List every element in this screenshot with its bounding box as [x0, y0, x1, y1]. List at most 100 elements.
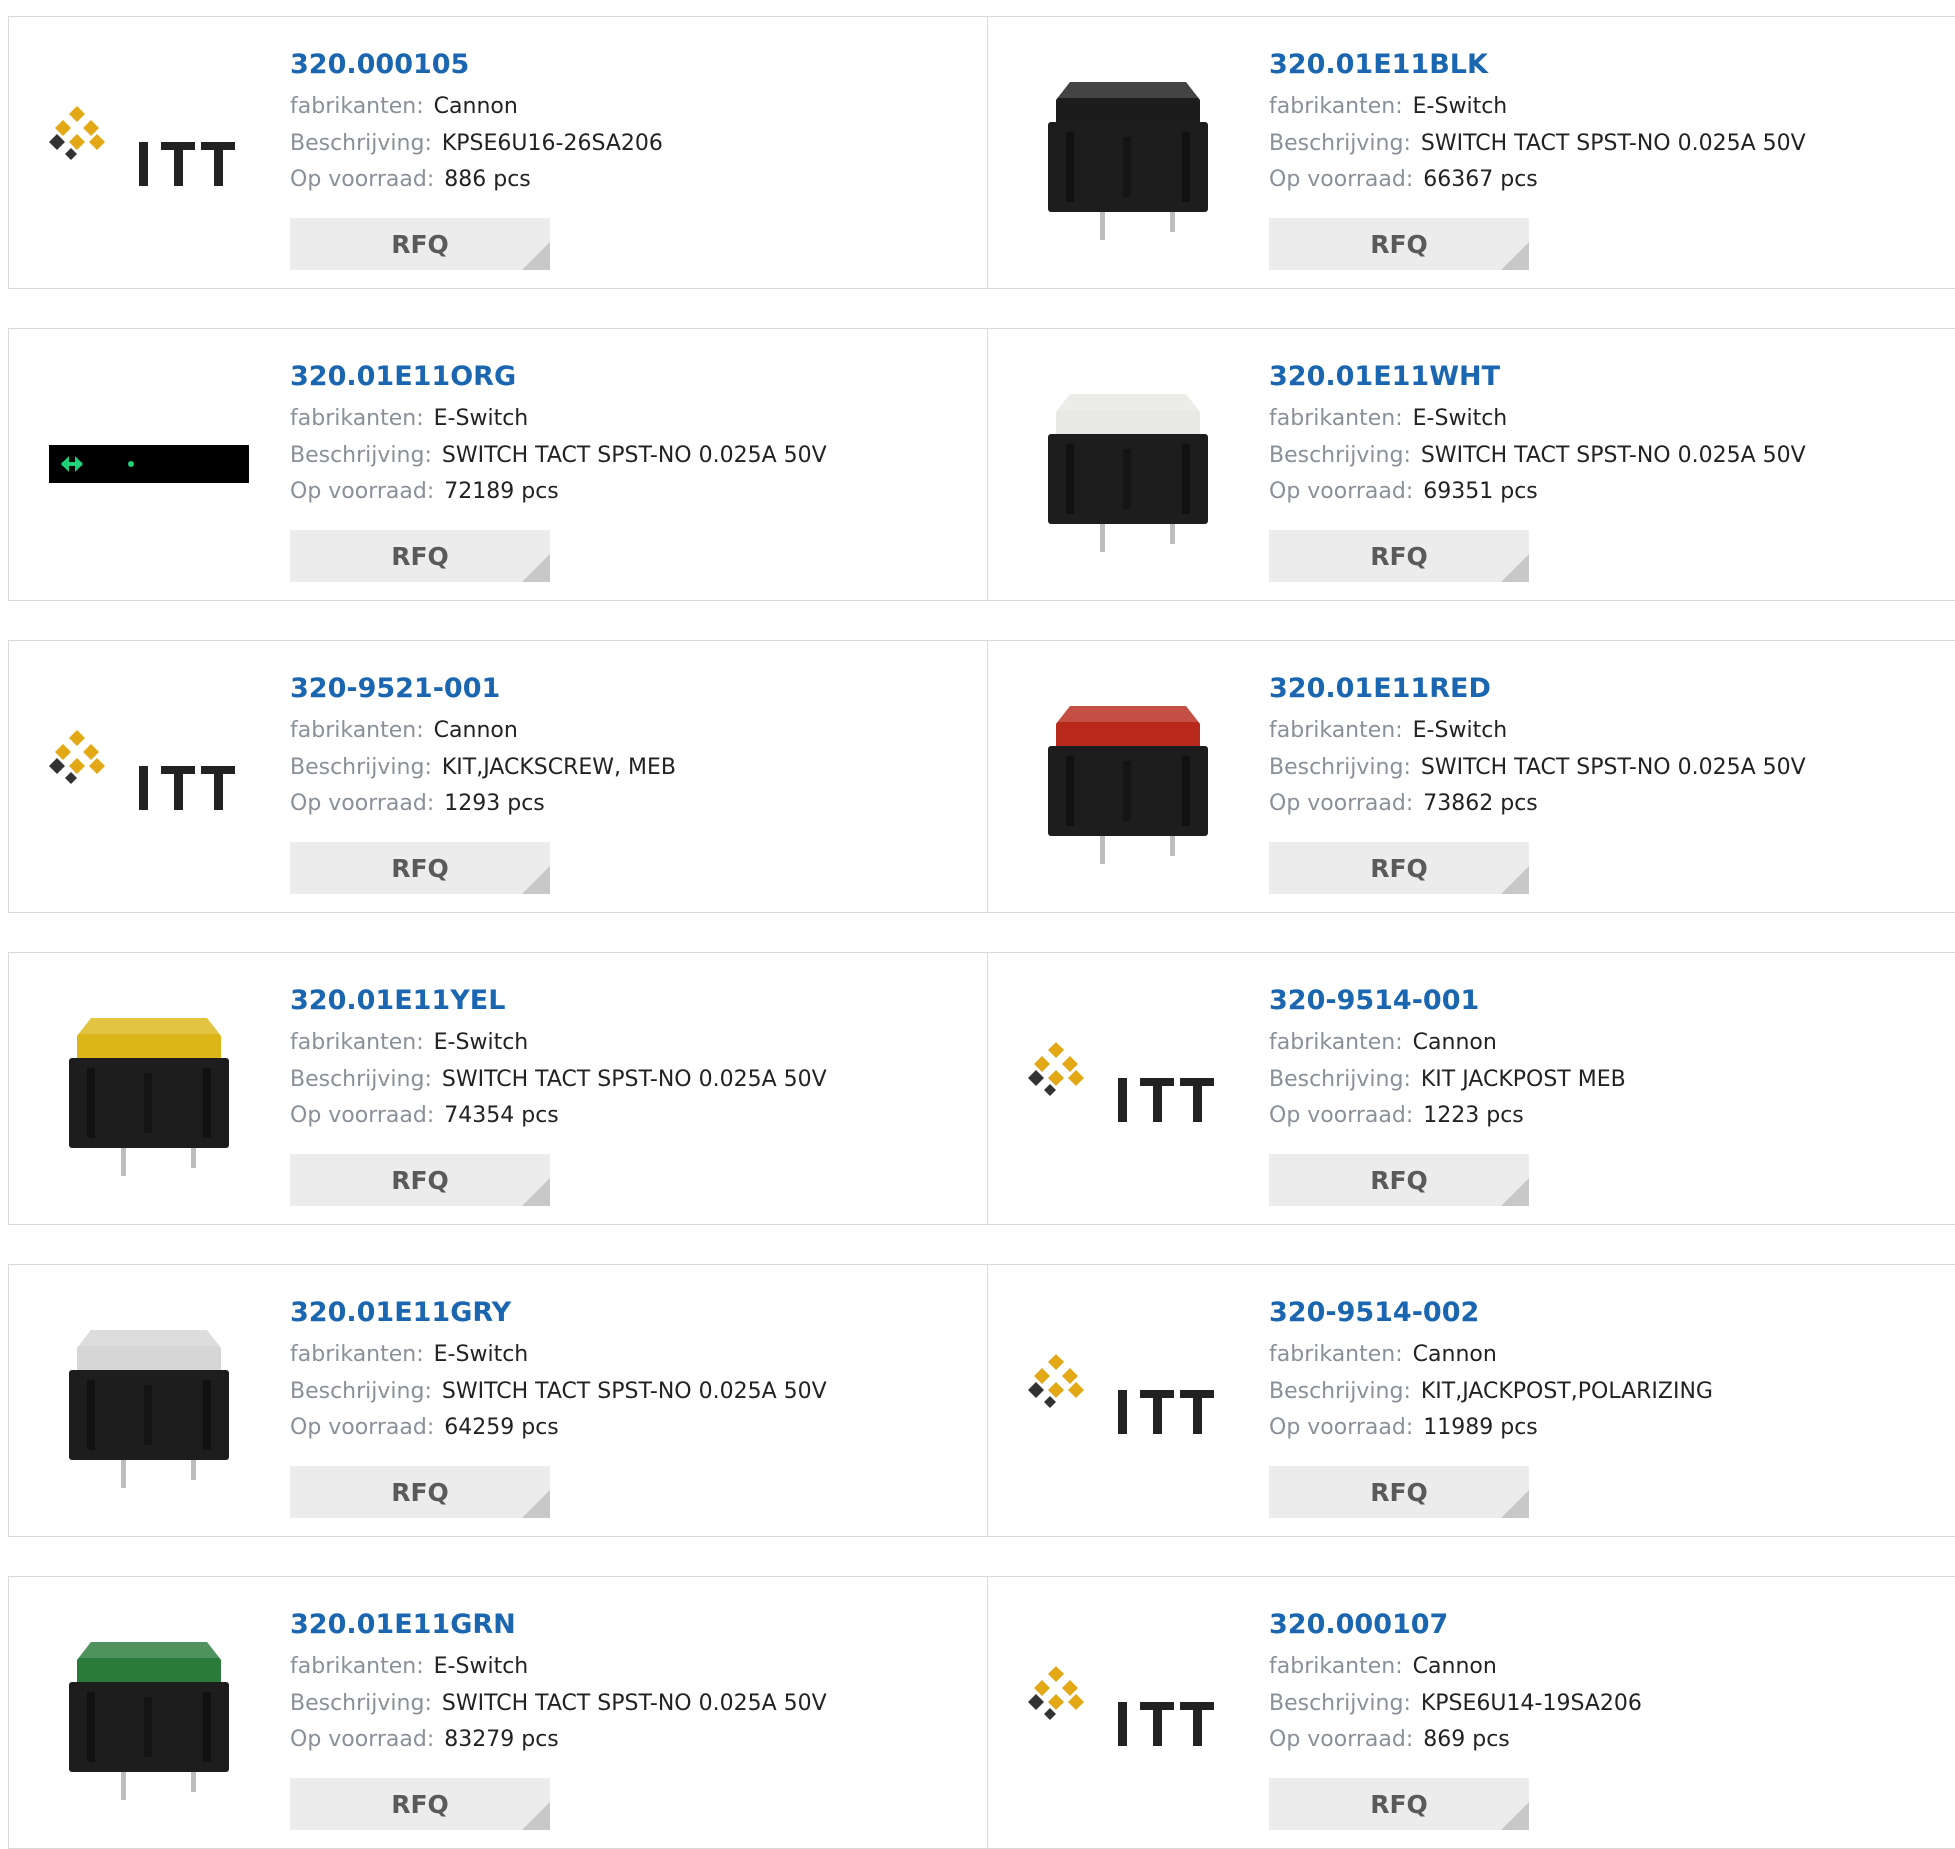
description-row: Beschrijving: SWITCH TACT SPST-NO 0.025A …	[1269, 438, 1806, 475]
description-row: Beschrijving: KIT,JACKPOST,POLARIZING	[1269, 1374, 1713, 1411]
manufacturer-label: fabrikanten:	[290, 1654, 424, 1679]
rfq-button-label: RFQ	[391, 1165, 449, 1195]
product-image[interactable]	[49, 671, 249, 881]
description-value: SWITCH TACT SPST-NO 0.025A 50V	[441, 442, 827, 468]
corner-triangle-icon	[1501, 866, 1529, 894]
manufacturer-row: fabrikanten: E-Switch	[290, 1025, 827, 1062]
description-label: Beschrijving:	[290, 1690, 432, 1716]
stock-value: 869 pcs	[1423, 1727, 1510, 1752]
part-number-link[interactable]: 320.000107	[1269, 1607, 1642, 1643]
product-image[interactable]	[49, 1607, 249, 1817]
product-info: 320-9521-001 fabrikanten: Cannon Beschrij…	[290, 671, 676, 823]
stock-value: 72189 pcs	[444, 479, 559, 504]
description-row: Beschrijving: SWITCH TACT SPST-NO 0.025A …	[1269, 750, 1806, 787]
product-image[interactable]	[49, 47, 249, 257]
product-image[interactable]	[49, 983, 249, 1193]
rfq-button[interactable]: RFQ	[1269, 530, 1529, 582]
product-image[interactable]	[49, 1295, 249, 1505]
product-info: 320.000105 fabrikanten: Cannon Beschrijvi…	[290, 47, 663, 199]
manufacturer-label: fabrikanten:	[1269, 1342, 1403, 1367]
tact-switch-icon	[69, 1018, 229, 1176]
manufacturer-label: fabrikanten:	[1269, 406, 1403, 431]
part-number-link[interactable]: 320.01E11ORG	[290, 359, 827, 395]
rfq-button-label: RFQ	[391, 1789, 449, 1819]
part-number-link[interactable]: 320-9514-002	[1269, 1295, 1713, 1331]
rfq-button-label: RFQ	[1370, 1477, 1428, 1507]
rfq-button[interactable]: RFQ	[290, 218, 550, 270]
part-number-link[interactable]: 320.01E11GRN	[290, 1607, 827, 1643]
product-image[interactable]	[1028, 983, 1228, 1193]
description-row: Beschrijving: KIT,JACKSCREW, MEB	[290, 750, 676, 787]
manufacturer-row: fabrikanten: E-Switch	[1269, 401, 1806, 438]
part-number-link[interactable]: 320.000105	[290, 47, 663, 83]
product-image[interactable]	[49, 359, 249, 569]
stock-label: Op voorraad:	[290, 1103, 435, 1128]
rfq-button[interactable]: RFQ	[290, 842, 550, 894]
product-card: 320.01E11ORG fabrikanten: E-Switch Beschr…	[9, 329, 987, 600]
product-card: 320.01E11BLK fabrikanten: E-Switch Beschr…	[988, 17, 1955, 288]
product-row: 320.01E11ORG fabrikanten: E-Switch Beschr…	[8, 328, 1955, 601]
stock-row: Op voorraad: 1223 pcs	[1269, 1098, 1626, 1135]
part-number-link[interactable]: 320.01E11WHT	[1269, 359, 1806, 395]
product-card: 320.01E11GRY fabrikanten: E-Switch Beschr…	[9, 1265, 987, 1536]
rfq-button[interactable]: RFQ	[1269, 1466, 1529, 1518]
product-image[interactable]	[1028, 1607, 1228, 1817]
product-row: 320.000105 fabrikanten: Cannon Beschrijvi…	[8, 16, 1955, 289]
stock-row: Op voorraad: 72189 pcs	[290, 474, 827, 511]
description-label: Beschrijving:	[290, 442, 432, 468]
stock-value: 66367 pcs	[1423, 167, 1538, 192]
rfq-button-label: RFQ	[391, 541, 449, 571]
description-value: SWITCH TACT SPST-NO 0.025A 50V	[1420, 442, 1806, 468]
product-card: 320.01E11WHT fabrikanten: E-Switch Beschr…	[988, 329, 1955, 600]
rfq-button[interactable]: RFQ	[1269, 842, 1529, 894]
description-value: KPSE6U14-19SA206	[1420, 1690, 1642, 1716]
corner-triangle-icon	[522, 1490, 550, 1518]
description-row: Beschrijving: SWITCH TACT SPST-NO 0.025A …	[1269, 126, 1806, 163]
part-number-link[interactable]: 320-9521-001	[290, 671, 676, 707]
rfq-button[interactable]: RFQ	[1269, 218, 1529, 270]
description-value: SWITCH TACT SPST-NO 0.025A 50V	[441, 1690, 827, 1716]
stock-label: Op voorraad:	[1269, 791, 1414, 816]
rfq-button[interactable]: RFQ	[1269, 1154, 1529, 1206]
product-row: 320-9521-001 fabrikanten: Cannon Beschrij…	[8, 640, 1955, 913]
part-number-link[interactable]: 320.01E11YEL	[290, 983, 827, 1019]
rfq-button[interactable]: RFQ	[1269, 1778, 1529, 1830]
product-image[interactable]	[1028, 671, 1228, 881]
rfq-button[interactable]: RFQ	[290, 1778, 550, 1830]
rfq-button-label: RFQ	[1370, 1789, 1428, 1819]
corner-triangle-icon	[1501, 242, 1529, 270]
product-image[interactable]	[1028, 1295, 1228, 1505]
product-image[interactable]	[1028, 47, 1228, 257]
product-grid: 320.000105 fabrikanten: Cannon Beschrijvi…	[0, 0, 1955, 1849]
part-number-link[interactable]: 320-9514-001	[1269, 983, 1626, 1019]
manufacturer-label: fabrikanten:	[290, 718, 424, 743]
rfq-button-label: RFQ	[391, 853, 449, 883]
product-card: 320.000107 fabrikanten: Cannon Beschrijvi…	[988, 1577, 1955, 1848]
product-card: 320-9514-002 fabrikanten: Cannon Beschrij…	[988, 1265, 1955, 1536]
product-card: 320-9521-001 fabrikanten: Cannon Beschrij…	[9, 641, 987, 912]
product-image[interactable]	[1028, 359, 1228, 569]
product-card: 320.01E11YEL fabrikanten: E-Switch Beschr…	[9, 953, 987, 1224]
rfq-button-label: RFQ	[391, 1477, 449, 1507]
manufacturer-value: Cannon	[1412, 1342, 1497, 1367]
part-number-link[interactable]: 320.01E11GRY	[290, 1295, 827, 1331]
stock-label: Op voorraad:	[1269, 479, 1414, 504]
rfq-button[interactable]: RFQ	[290, 530, 550, 582]
stock-label: Op voorraad:	[290, 791, 435, 816]
manufacturer-row: fabrikanten: Cannon	[290, 713, 676, 750]
manufacturer-label: fabrikanten:	[290, 1030, 424, 1055]
rfq-button[interactable]: RFQ	[290, 1154, 550, 1206]
manufacturer-value: E-Switch	[433, 1654, 529, 1679]
part-number-link[interactable]: 320.01E11RED	[1269, 671, 1806, 707]
product-info: 320.01E11RED fabrikanten: E-Switch Beschr…	[1269, 671, 1806, 823]
description-label: Beschrijving:	[290, 130, 432, 156]
tact-switch-icon	[69, 1642, 229, 1800]
description-row: Beschrijving: KPSE6U14-19SA206	[1269, 1686, 1642, 1723]
description-row: Beschrijving: KPSE6U16-26SA206	[290, 126, 663, 163]
manufacturer-value: E-Switch	[1412, 406, 1508, 431]
rfq-button[interactable]: RFQ	[290, 1466, 550, 1518]
manufacturer-label: fabrikanten:	[290, 94, 424, 119]
manufacturer-value: E-Switch	[433, 1342, 529, 1367]
part-number-link[interactable]: 320.01E11BLK	[1269, 47, 1806, 83]
corner-triangle-icon	[522, 242, 550, 270]
